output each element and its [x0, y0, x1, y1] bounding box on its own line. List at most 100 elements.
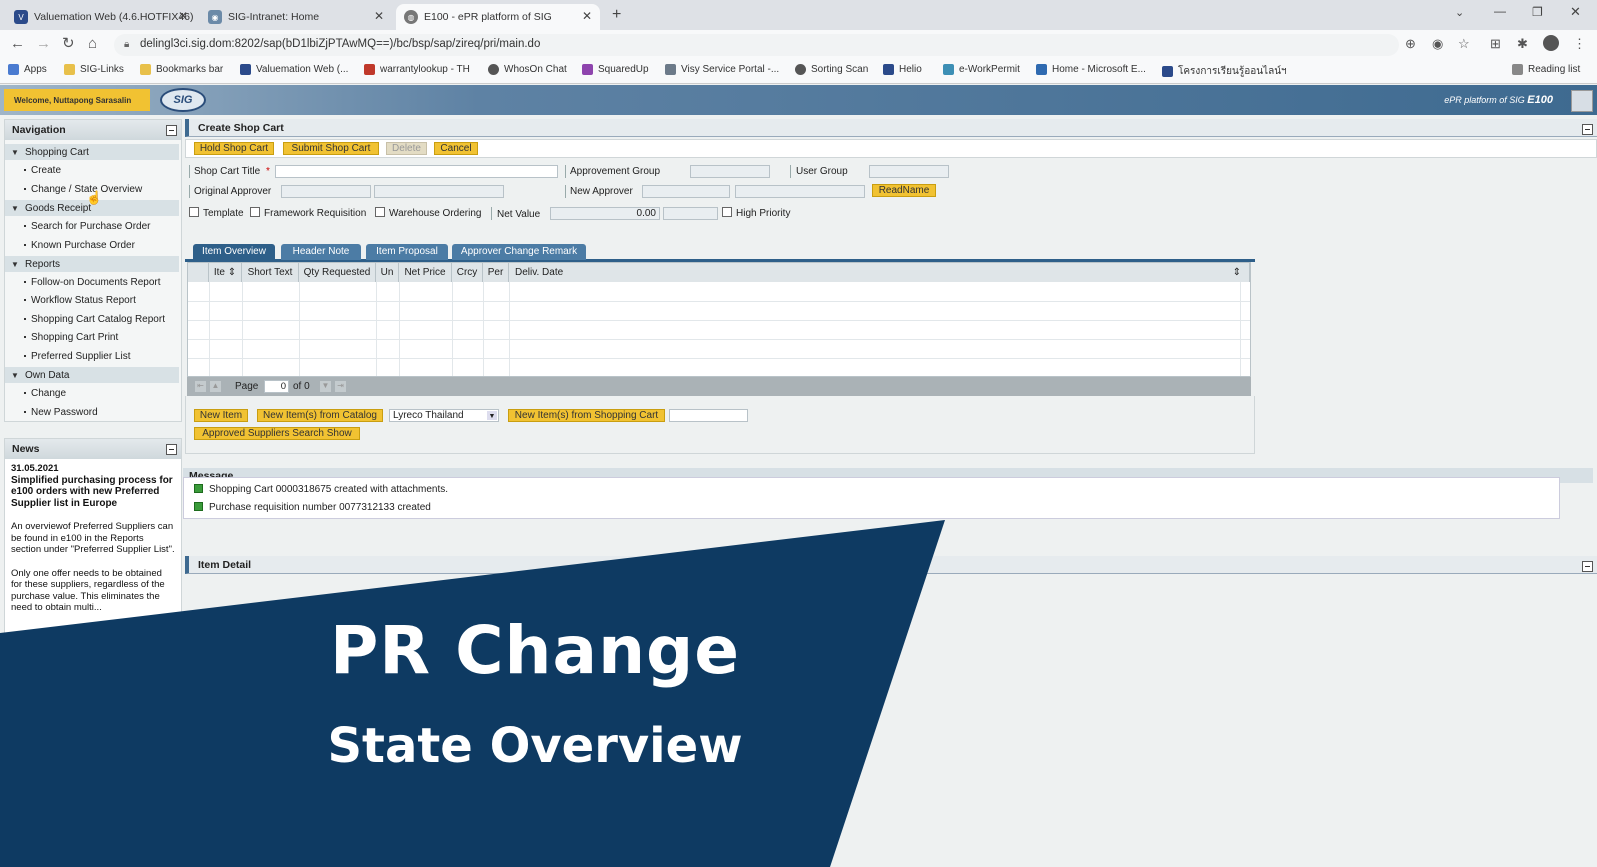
- nav-item-change[interactable]: Change: [24, 388, 66, 399]
- item-buttons-area: [185, 396, 1255, 454]
- bookmark-whoson[interactable]: WhosOn Chat: [488, 64, 567, 75]
- nav-group-own-data[interactable]: ▼ Own Data: [5, 367, 179, 383]
- shop-cart-title-label: Shop Cart Title: [194, 166, 261, 177]
- profile-avatar[interactable]: [1543, 35, 1559, 51]
- bookmark-apps[interactable]: Apps: [8, 64, 47, 75]
- chevron-down-icon[interactable]: ▼: [487, 411, 497, 420]
- collapse-icon[interactable]: [1582, 561, 1593, 572]
- nav-item-change-state-overview[interactable]: Change / State Overview: [24, 184, 142, 195]
- reload-icon[interactable]: ↻: [62, 35, 75, 53]
- column-header[interactable]: Net Price: [399, 263, 452, 282]
- select-all-column[interactable]: [188, 263, 209, 282]
- column-header[interactable]: Ite ⇕: [209, 263, 242, 282]
- catalog-select[interactable]: Lyreco Thailand ▼: [389, 409, 499, 422]
- bookmark-bookmarks-bar[interactable]: Bookmarks bar: [140, 64, 223, 75]
- back-icon[interactable]: ←: [10, 35, 25, 53]
- bookmark-sig-links[interactable]: SIG-Links: [64, 64, 124, 75]
- lock-icon: 🔒︎: [124, 39, 130, 50]
- nav-item-workflow-report[interactable]: Workflow Status Report: [24, 295, 136, 306]
- nav-group-reports[interactable]: ▼ Reports: [5, 256, 179, 272]
- hold-shop-cart-button[interactable]: Hold Shop Cart: [194, 142, 274, 155]
- cancel-button[interactable]: Cancel: [434, 142, 478, 155]
- approved-suppliers-search-button[interactable]: Approved Suppliers Search Show: [194, 427, 360, 440]
- tab-header-note[interactable]: Header Note: [281, 244, 361, 260]
- nav-item-preferred-supplier[interactable]: Preferred Supplier List: [24, 351, 131, 362]
- zoom-icon[interactable]: ⊕: [1405, 37, 1416, 51]
- tab-search-icon[interactable]: ⌄: [1455, 6, 1464, 19]
- last-page-icon[interactable]: ⇥: [335, 381, 346, 392]
- restore-icon[interactable]: ❐: [1532, 5, 1543, 19]
- browser-tab-valuemation[interactable]: V Valuemation Web (4.6.HOTFIX46) ✕: [6, 4, 196, 30]
- reading-list[interactable]: Reading list: [1512, 64, 1580, 75]
- close-icon[interactable]: ✕: [178, 9, 188, 23]
- url-input[interactable]: 🔒︎ delingl3ci.sig.dom:8202/sap(bD1lbiZjP…: [114, 34, 1399, 56]
- bookmark-microsoft[interactable]: Home - Microsoft E...: [1036, 64, 1146, 75]
- eye-icon[interactable]: ◉: [1432, 37, 1443, 51]
- collapse-icon[interactable]: [1582, 124, 1593, 135]
- forward-icon[interactable]: →: [36, 35, 51, 53]
- high-priority-checkbox[interactable]: High Priority: [722, 207, 790, 219]
- translate-icon[interactable]: ⊞: [1490, 37, 1501, 51]
- window-close-icon[interactable]: ✕: [1570, 4, 1581, 20]
- extensions-icon[interactable]: ✱: [1517, 37, 1528, 51]
- close-icon[interactable]: ✕: [374, 9, 384, 23]
- new-item-button[interactable]: New Item: [194, 409, 248, 422]
- column-header[interactable]: Qty Requested: [299, 263, 376, 282]
- nav-item-create[interactable]: Create: [24, 165, 61, 176]
- nav-item-search-po[interactable]: Search for Purchase Order: [24, 221, 151, 232]
- tab-approver-change-remark[interactable]: Approver Change Remark: [452, 244, 586, 260]
- next-page-icon[interactable]: ▼: [320, 381, 331, 392]
- column-header[interactable]: Short Text: [242, 263, 299, 282]
- nav-item-known-po[interactable]: Known Purchase Order: [24, 240, 135, 251]
- bookmark-squaredup[interactable]: SquaredUp: [582, 64, 649, 75]
- framework-requisition-checkbox[interactable]: Framework Requisition: [250, 207, 366, 219]
- bookmark-visy[interactable]: Visy Service Portal -...: [665, 64, 779, 75]
- bookmark-valuemation[interactable]: Valuemation Web (...: [240, 64, 348, 75]
- tab-item-overview[interactable]: Item Overview: [193, 244, 275, 260]
- bookmark-sorting-scan[interactable]: Sorting Scan: [795, 64, 868, 75]
- template-checkbox[interactable]: Template: [189, 207, 244, 219]
- page-number-input[interactable]: 0: [264, 380, 289, 393]
- warehouse-ordering-checkbox[interactable]: Warehouse Ordering: [375, 207, 481, 219]
- browser-tab-e100[interactable]: ◍ E100 - ePR platform of SIG ✕: [396, 4, 600, 30]
- submit-shop-cart-button[interactable]: Submit Shop Cart: [283, 142, 379, 155]
- bookmark-warrantylookup[interactable]: warrantylookup - TH: [364, 64, 470, 75]
- minimize-icon[interactable]: —: [1494, 4, 1506, 18]
- address-bar-row: ← → ↻ ⌂ 🔒︎ delingl3ci.sig.dom:8202/sap(b…: [0, 30, 1597, 58]
- message-area: Shopping Cart 0000318675 created with at…: [183, 477, 1560, 519]
- browser-tab-intranet[interactable]: ◉ SIG-Intranet: Home ✕: [200, 4, 392, 30]
- new-approver-id[interactable]: [642, 185, 730, 198]
- bookmark-helio[interactable]: Helio: [883, 64, 922, 75]
- nav-group-shopping-cart[interactable]: ▼ Shopping Cart: [5, 144, 179, 160]
- new-items-from-catalog-button[interactable]: New Item(s) from Catalog: [257, 409, 383, 422]
- collapse-icon[interactable]: [166, 125, 177, 136]
- shopping-cart-number-input[interactable]: [669, 409, 748, 422]
- sig-icon: [883, 64, 894, 75]
- shop-cart-title-input[interactable]: [275, 165, 558, 178]
- nav-item-follow-on-report[interactable]: Follow-on Documents Report: [24, 277, 161, 288]
- column-header[interactable]: Deliv. Date ⇕: [509, 263, 1250, 282]
- menu-icon[interactable]: ⋮: [1573, 37, 1586, 51]
- bookmark-thai[interactable]: โครงการเรียนรู้ออนไลน์ฯ: [1162, 64, 1287, 79]
- nav-item-cart-print[interactable]: Shopping Cart Print: [24, 332, 118, 343]
- column-header[interactable]: Per: [483, 263, 509, 282]
- star-icon[interactable]: ☆: [1458, 37, 1470, 51]
- folder-icon: [64, 64, 75, 75]
- column-header[interactable]: Un: [376, 263, 399, 282]
- tab-item-proposal[interactable]: Item Proposal: [366, 244, 448, 260]
- header-settings-button[interactable]: [1571, 90, 1593, 112]
- home-icon[interactable]: ⌂: [88, 35, 97, 53]
- first-page-icon[interactable]: ⇤: [195, 381, 206, 392]
- readname-button[interactable]: ReadName: [872, 184, 936, 197]
- prev-page-icon[interactable]: ▲: [210, 381, 221, 392]
- column-header[interactable]: Crcy: [452, 263, 483, 282]
- new-items-from-shopping-cart-button[interactable]: New Item(s) from Shopping Cart: [508, 409, 665, 422]
- collapse-icon[interactable]: [166, 444, 177, 455]
- new-tab-button[interactable]: +: [612, 6, 621, 24]
- globe-icon: [795, 64, 806, 75]
- delete-button[interactable]: Delete: [386, 142, 427, 155]
- close-icon[interactable]: ✕: [582, 9, 592, 23]
- nav-item-catalog-report[interactable]: Shopping Cart Catalog Report: [24, 314, 165, 325]
- nav-item-new-password[interactable]: New Password: [24, 407, 98, 418]
- bookmark-eworkpermit[interactable]: e-WorkPermit: [943, 64, 1020, 75]
